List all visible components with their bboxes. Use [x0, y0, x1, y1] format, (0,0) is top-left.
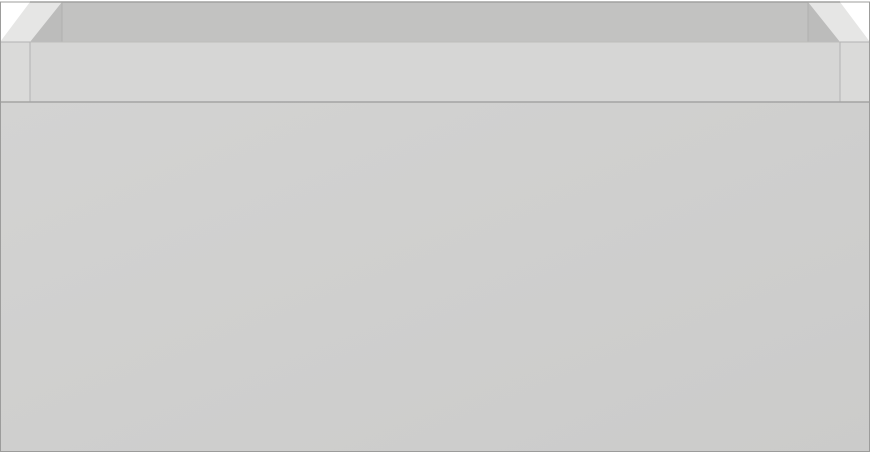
- drawer-inner-back-wall: [30, 2, 840, 42]
- cabinet-right-side: [840, 42, 870, 102]
- cabinet-left-side: [0, 42, 30, 102]
- drawer-box-front: [30, 42, 840, 102]
- drawer-cabinet-illustration: [0, 1, 870, 452]
- product-scene: [0, 0, 870, 452]
- drawer-front-panel: [0, 102, 870, 452]
